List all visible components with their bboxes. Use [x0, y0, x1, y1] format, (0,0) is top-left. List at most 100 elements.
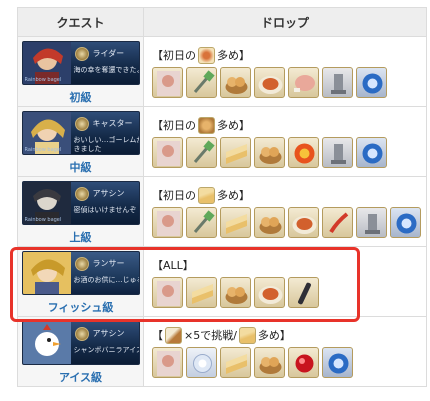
red-gem-icon [288, 346, 319, 378]
bread-basket-icon [220, 276, 251, 308]
drop-note: 【初日の 多め】 [152, 186, 426, 205]
statue-icon [356, 206, 387, 238]
drop-note: 【 ×5で挑戦/ 多め】 [152, 326, 426, 345]
blue-gem-icon [356, 66, 387, 98]
table-row: ライダー 海の幸を奪還できたよ Rainbow bagel 初級 【初日の 多め… [17, 36, 427, 107]
servant-card-icon [152, 276, 183, 308]
quest-banner-beginner[interactable]: ライダー 海の幸を奪還できたよ Rainbow bagel [21, 40, 140, 85]
quest-banner-fish[interactable]: ランサー お酒のお供に…じゅるり [21, 250, 140, 295]
bread-basket-icon [254, 136, 285, 168]
spatula-icon [186, 136, 217, 168]
drop-note-prefix: 【 [152, 329, 163, 342]
drop-items [152, 346, 426, 378]
lancer-portrait-icon [22, 251, 71, 294]
table-row: アサシン シャンボバニラアイス アイス級 【 ×5で挑戦/ 多め】 [17, 316, 427, 387]
servant-card-icon [152, 206, 183, 238]
quest-drop-table: クエスト ドロップ ライダー 海の幸を奪還できたよ Rainbow bagel [17, 7, 427, 387]
statue-icon [322, 66, 353, 98]
drop-cell: 【初日の 多め】 [143, 36, 427, 107]
quest-level-label[interactable]: 中級 [18, 159, 143, 175]
ice-crystal-icon [186, 346, 217, 378]
sandwich-icon [220, 346, 251, 378]
spatula-icon [186, 206, 217, 238]
quest-subtitle: お酒のお供に…じゅるり [73, 275, 139, 284]
drop-items [152, 276, 426, 308]
quest-level-label[interactable]: 初級 [18, 89, 143, 105]
quest-subtitle: 海の幸を奪還できたよ [73, 65, 140, 74]
class-icon [74, 46, 89, 61]
drop-cell: 【 ×5で挑戦/ 多め】 [143, 316, 427, 387]
drop-items [152, 66, 426, 98]
drop-note: 【ALL】 [152, 256, 426, 275]
sandwich-icon [238, 326, 256, 344]
class-icon [74, 186, 89, 201]
quest-banner-intermediate[interactable]: キャスター おいしい…ゴーレムがで きました Rainbow bagel [21, 110, 140, 155]
quest-cell: アサシン シャンボバニラアイス アイス級 [17, 316, 144, 387]
blue-gem-icon [322, 346, 353, 378]
drop-note: 【初日の 多め】 [152, 116, 426, 135]
drop-column-header: ドロップ [143, 7, 427, 37]
quest-banner-advanced[interactable]: アサシン 密偵はいけませんぞ Rainbow bagel [21, 180, 140, 225]
bottle-icon [288, 276, 319, 308]
banner-tag: Rainbow bagel [24, 76, 62, 83]
class-icon [74, 256, 89, 271]
table-header-row: クエスト ドロップ [17, 7, 427, 37]
blue-gem-icon [356, 136, 387, 168]
shrimp-plate-icon [254, 276, 285, 308]
sandwich-icon [198, 186, 215, 204]
quest-cell: アサシン 密偵はいけませんぞ Rainbow bagel 上級 [17, 176, 144, 247]
drop-note-prefix: 【初日の [152, 189, 196, 202]
sandwich-icon [186, 276, 217, 308]
chili-icon [322, 206, 353, 238]
class-name: アサシン [92, 188, 125, 198]
drop-cell: 【初日の 多め】 [143, 176, 427, 247]
drop-cell: 【ALL】 [143, 246, 427, 317]
quest-cell: キャスター おいしい…ゴーレムがで きました Rainbow bagel 中級 [17, 106, 144, 177]
drop-note-middle: ×5で挑戦/ [184, 329, 237, 342]
drop-note-suffix: 多め】 [217, 189, 250, 202]
drop-items [152, 206, 426, 238]
servant-card-icon [152, 136, 183, 168]
bread-basket-icon [254, 206, 285, 238]
chicken-portrait-icon [22, 321, 71, 364]
drop-note-suffix: 多め】 [257, 329, 291, 342]
quest-level-label[interactable]: アイス級 [18, 369, 143, 385]
bread-basket-icon [198, 116, 215, 134]
class-name: キャスター [92, 118, 133, 128]
bottle-icon [165, 326, 182, 344]
class-name: ライダー [92, 48, 125, 58]
class-name: アサシン [92, 328, 125, 338]
quest-level-label[interactable]: フィッシュ級 [18, 299, 143, 315]
quest-cell: ランサー お酒のお供に…じゅるり フィッシュ級 [17, 246, 144, 317]
quest-column-header: クエスト [17, 7, 144, 37]
bread-basket-icon [220, 66, 251, 98]
flame-icon [288, 136, 319, 168]
drop-note-suffix: 多め】 [217, 119, 250, 132]
quest-level-label[interactable]: 上級 [18, 229, 143, 245]
quest-banner-ice[interactable]: アサシン シャンボバニラアイス [21, 320, 140, 365]
statue-icon [322, 136, 353, 168]
banner-tag: Rainbow bagel [24, 146, 62, 153]
quest-subtitle: 密偵はいけませんぞ [73, 205, 137, 214]
class-icon [74, 116, 89, 131]
shrimp-plate-icon [288, 206, 319, 238]
quest-subtitle-line2: きました [73, 144, 102, 153]
sandwich-icon [220, 136, 251, 168]
servant-card-icon [152, 346, 183, 378]
bread-basket-icon [254, 346, 285, 378]
shrimp-plate-icon [254, 66, 285, 98]
banner-tag: Rainbow bagel [24, 216, 62, 223]
table-row: アサシン 密偵はいけませんぞ Rainbow bagel 上級 【初日の 多め】 [17, 176, 427, 247]
table-row: キャスター おいしい…ゴーレムがで きました Rainbow bagel 中級 … [17, 106, 427, 177]
sandwich-icon [220, 206, 251, 238]
drop-note: 【初日の 多め】 [152, 46, 426, 65]
class-icon [74, 326, 89, 341]
drop-cell: 【初日の 多め】 [143, 106, 427, 177]
drop-note-suffix: 多め】 [217, 49, 250, 62]
drop-items [152, 136, 426, 168]
drop-note-prefix: 【初日の [152, 119, 196, 132]
class-name: ランサー [92, 258, 125, 268]
blue-gem-icon [390, 206, 421, 238]
quest-subtitle: シャンボバニラアイス [73, 345, 140, 354]
shrimp-plate-icon [198, 46, 215, 64]
